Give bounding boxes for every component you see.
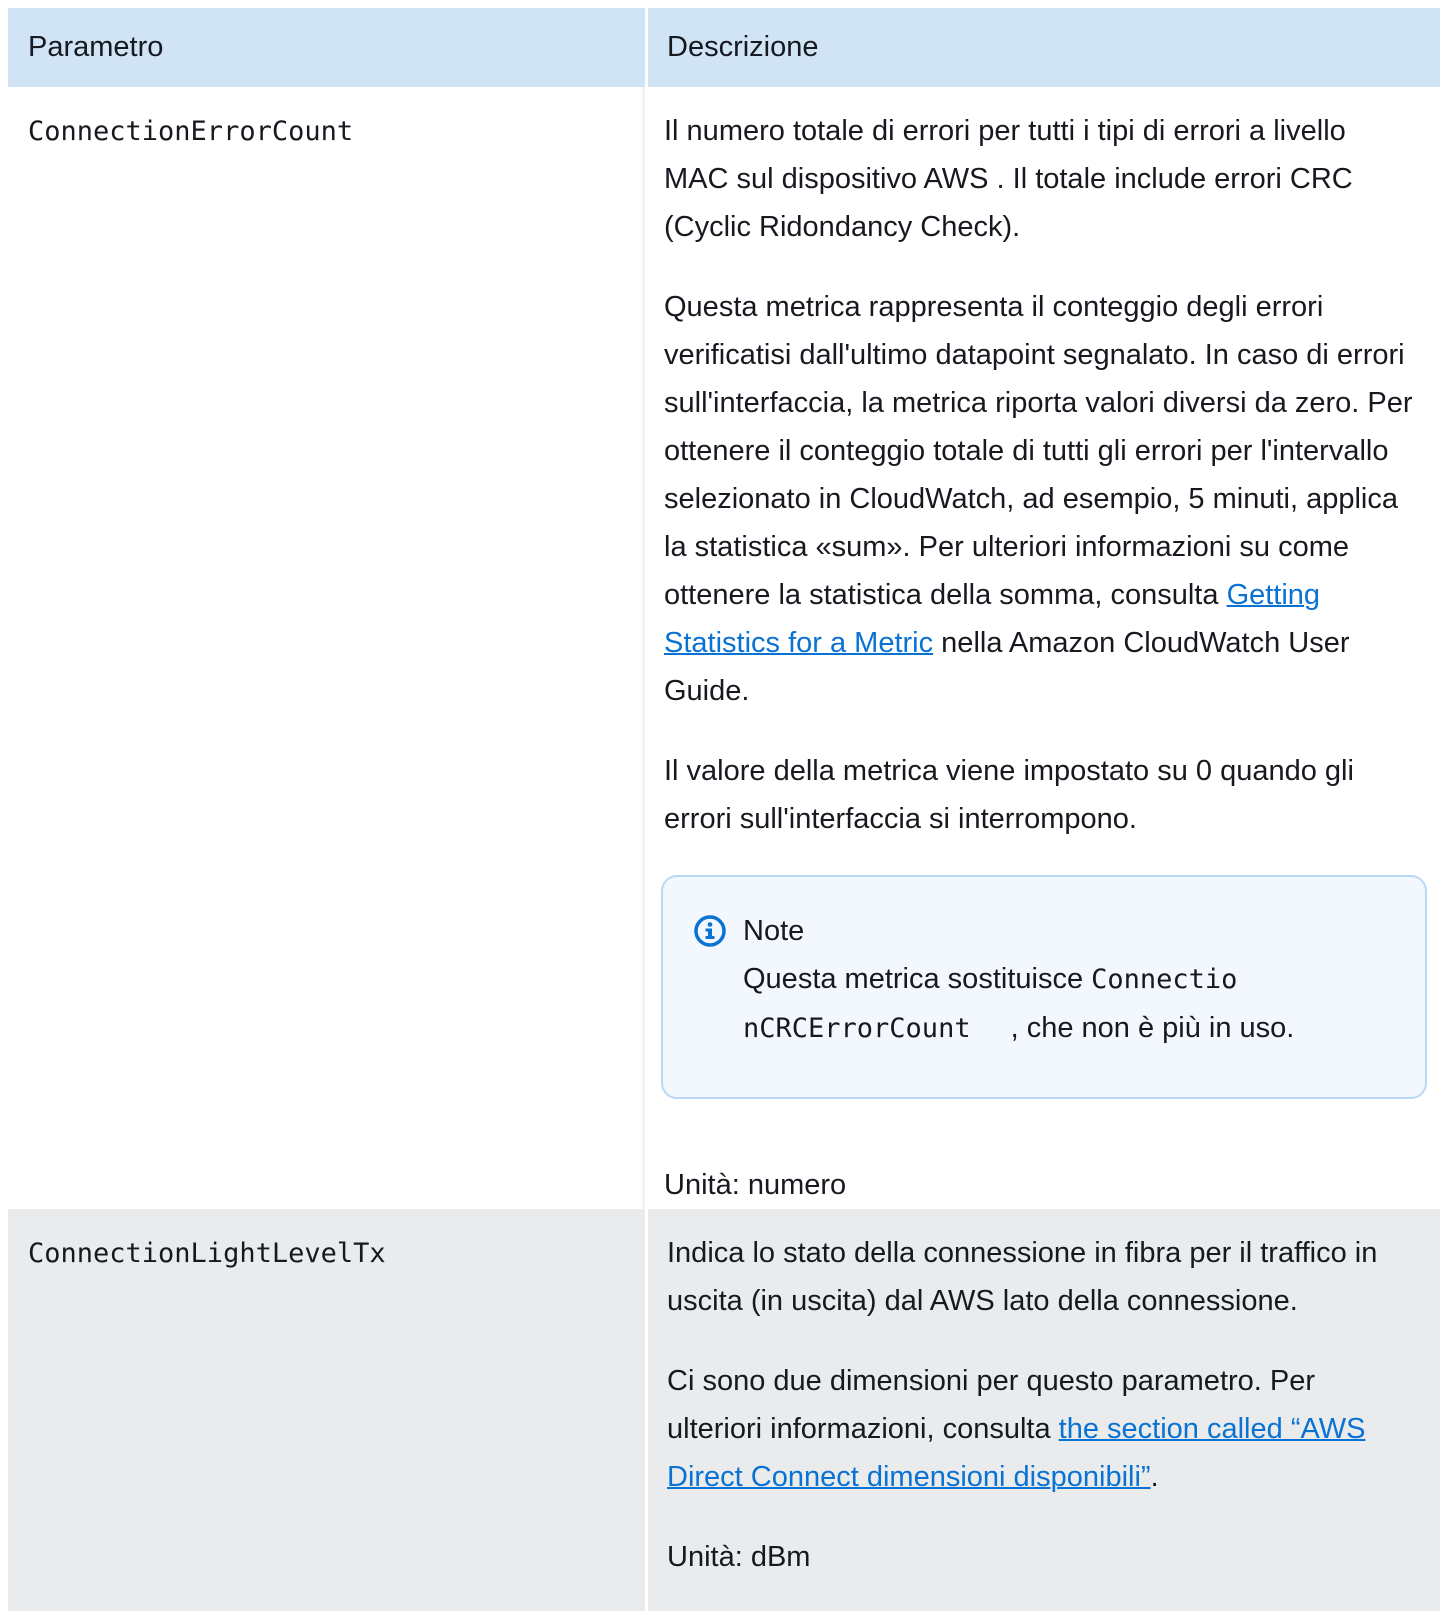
unit-text: Unità: dBm (667, 1541, 811, 1573)
paragraph-text: . (1150, 1461, 1159, 1493)
description-paragraph: Il numero totale di errori per tutti i t… (664, 115, 1353, 243)
note-header: Note (693, 907, 1397, 955)
parameter-cell: ConnectionLightLevelTx (8, 1209, 645, 1611)
parameter-name: ConnectionLightLevelTx (28, 1238, 386, 1269)
description-paragraph: Indica lo stato della connessione in fib… (667, 1237, 1378, 1317)
parameter-name: ConnectionErrorCount (28, 116, 354, 147)
note-text: , che non è più in uso. (1010, 1012, 1295, 1044)
column-header-description: Descrizione (645, 8, 1440, 87)
parameter-cell: ConnectionErrorCount (8, 87, 645, 1209)
column-header-parameter: Parametro (8, 8, 645, 87)
note-code: Connectio (1091, 964, 1238, 995)
note-box: Note Questa metrica sostituisce Connecti… (661, 875, 1427, 1099)
note-code: nCRCErrorCount (743, 1013, 971, 1044)
metrics-table: Parametro Descrizione ConnectionErrorCou… (8, 8, 1440, 1611)
description-paragraph: Ci sono due dimensioni per questo parame… (667, 1357, 1418, 1501)
paragraph-text: Questa metrica rappresenta il conteggio … (664, 291, 1413, 611)
description-paragraph: Il valore della metrica viene impostato … (664, 755, 1354, 835)
note-text: Questa metrica sostituisce (743, 963, 1092, 995)
info-icon (693, 914, 727, 948)
description-cell: Indica lo stato della connessione in fib… (645, 1209, 1440, 1611)
note-title: Note (743, 915, 805, 947)
description-cell: Il numero totale di errori per tutti i t… (645, 87, 1440, 1209)
note-body: Questa metrica sostituisce Connectio nCRC… (693, 955, 1397, 1053)
description-paragraph: Questa metrica rappresenta il conteggio … (664, 283, 1418, 715)
unit-text: Unità: numero (664, 1169, 847, 1201)
